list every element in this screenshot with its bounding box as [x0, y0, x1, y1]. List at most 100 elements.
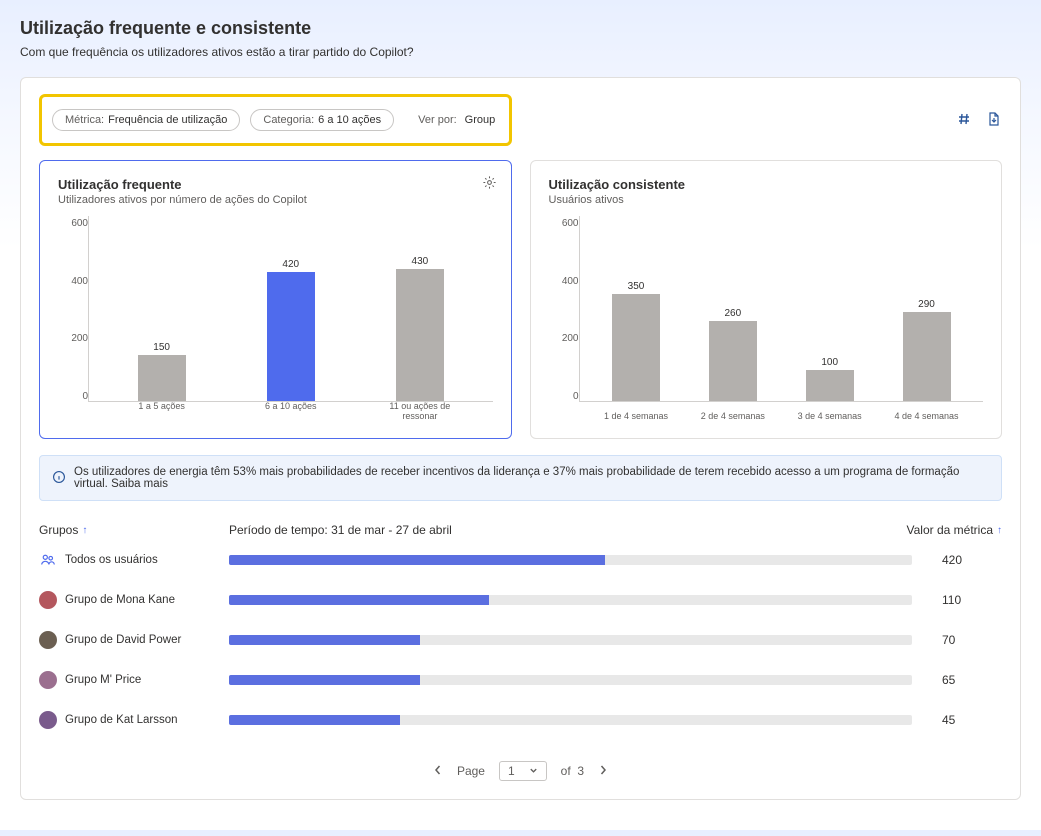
- x-tick-label: 3 de 4 semanas: [787, 411, 872, 421]
- page-subtitle: Com que frequência os utilizadores ativo…: [20, 45, 1021, 59]
- col-metric-label: Valor da métrica: [907, 523, 993, 537]
- plot-left: 150420430 1 a 5 ações6 a 10 ações11 ou a…: [88, 216, 493, 402]
- x-tick-label: 1 a 5 ações: [119, 401, 204, 421]
- page-select[interactable]: 1: [499, 761, 547, 781]
- metric-bar-track: [229, 555, 912, 565]
- bar[interactable]: 100: [787, 357, 872, 401]
- table-row[interactable]: Grupo de Kat Larsson45: [39, 697, 1002, 737]
- metric-value: 110: [942, 593, 1002, 607]
- bar-value-label: 350: [628, 281, 645, 292]
- ytick: 200: [71, 333, 88, 344]
- bar-value-label: 290: [918, 299, 935, 310]
- page-of-label: of: [561, 764, 571, 778]
- col-header-period: Período de tempo: 31 de mar - 27 de abri…: [229, 523, 872, 537]
- plot-right: 350260100290 1 de 4 semanas2 de 4 semana…: [579, 216, 984, 402]
- insight-learn-more-link[interactable]: Saiba mais: [111, 478, 168, 490]
- col-header-groups[interactable]: Grupos ↑: [39, 523, 229, 537]
- y-axis-left: 600 400 200 0: [58, 216, 88, 426]
- ytick: 200: [562, 333, 579, 344]
- group-name: Grupo M' Price: [65, 674, 141, 686]
- metric-filter-pill[interactable]: Métrica: Frequência de utilização: [52, 109, 240, 131]
- sort-arrow-up-icon: ↑: [82, 525, 87, 536]
- category-filter-value: 6 a 10 ações: [318, 114, 381, 126]
- people-icon: [39, 551, 57, 569]
- metric-bar-track: [229, 635, 912, 645]
- prev-page-button[interactable]: [433, 764, 443, 778]
- table-header: Grupos ↑ Período de tempo: 31 de mar - 2…: [39, 523, 1002, 537]
- avatar: [39, 711, 57, 729]
- bar-value-label: 430: [412, 256, 429, 267]
- bar[interactable]: 350: [593, 281, 678, 401]
- insight-banner: Os utilizadores de energia têm 53% mais …: [39, 455, 1002, 501]
- viewby-control[interactable]: Ver por: Group: [404, 114, 495, 126]
- viewby-value: Group: [465, 114, 496, 126]
- bar[interactable]: 430: [377, 256, 462, 401]
- page-total: 3: [577, 764, 584, 778]
- pager: Page 1 of 3: [39, 761, 1002, 781]
- metric-value: 65: [942, 673, 1002, 687]
- metric-filter-label: Métrica:: [65, 114, 104, 126]
- chart-frequent-usage[interactable]: Utilização frequente Utilizadores ativos…: [39, 160, 512, 439]
- gear-icon[interactable]: [482, 175, 497, 193]
- x-tick-label: 1 de 4 semanas: [593, 411, 678, 421]
- group-name: Grupo de David Power: [65, 634, 181, 646]
- ytick: 600: [71, 218, 88, 229]
- chart-left-title: Utilização frequente: [58, 177, 493, 192]
- info-icon: [52, 470, 66, 487]
- chevron-down-icon: [529, 764, 538, 778]
- x-tick-label: 4 de 4 semanas: [884, 411, 969, 421]
- ytick: 400: [562, 276, 579, 287]
- page-current: 1: [508, 764, 515, 778]
- main-card: Métrica: Frequência de utilização Catego…: [20, 77, 1021, 800]
- header-action-icons: [956, 111, 1002, 130]
- next-page-button[interactable]: [598, 764, 608, 778]
- col-header-metric[interactable]: Valor da métrica ↑: [872, 523, 1002, 537]
- avatar: [39, 671, 57, 689]
- chart-right-subtitle: Usuários ativos: [549, 194, 984, 206]
- x-tick-label: 11 ou ações de ressonar: [377, 401, 462, 421]
- table-row[interactable]: Grupo de David Power 70: [39, 617, 1002, 657]
- hash-icon[interactable]: [956, 111, 972, 130]
- category-filter-pill[interactable]: Categoria: 6 a 10 ações: [250, 109, 394, 131]
- page-title: Utilização frequente e consistente: [20, 18, 1021, 39]
- sort-arrow-up-icon: ↑: [997, 525, 1002, 536]
- metric-bar-fill: [229, 635, 420, 645]
- chart-right-title: Utilização consistente: [549, 177, 984, 192]
- filters-row: Métrica: Frequência de utilização Catego…: [39, 94, 1002, 146]
- bar-value-label: 260: [724, 308, 741, 319]
- bar-value-label: 100: [821, 357, 838, 368]
- metric-value: 70: [942, 633, 1002, 647]
- group-name: Todos os usuários: [65, 554, 158, 566]
- bar[interactable]: 150: [119, 342, 204, 401]
- bar[interactable]: 420: [248, 259, 333, 401]
- metric-filter-value: Frequência de utilização: [108, 114, 227, 126]
- metric-bar-fill: [229, 555, 605, 565]
- bar[interactable]: 290: [884, 299, 969, 401]
- avatar: [39, 591, 57, 609]
- metric-bar-fill: [229, 715, 400, 725]
- x-tick-label: 6 a 10 ações: [248, 401, 333, 421]
- metric-bar-fill: [229, 595, 489, 605]
- chart-consistent-usage[interactable]: Utilização consistente Usuários ativos 6…: [530, 160, 1003, 439]
- category-filter-label: Categoria:: [263, 114, 314, 126]
- metric-bar-track: [229, 595, 912, 605]
- col-groups-label: Grupos: [39, 523, 78, 537]
- table-row[interactable]: Grupo de Mona Kane110: [39, 577, 1002, 617]
- bar[interactable]: 260: [690, 308, 775, 401]
- filters-highlight-box: Métrica: Frequência de utilização Catego…: [39, 94, 512, 146]
- table-body: Todos os usuários 420 Grupo de Mona Kane11…: [39, 537, 1002, 737]
- table-row[interactable]: Todos os usuários 420: [39, 537, 1002, 577]
- table-row[interactable]: Grupo M' Price 65: [39, 657, 1002, 697]
- viewby-label: Ver por:: [418, 114, 457, 126]
- barchart-left: 600 400 200 0 150 420 430 1 a 5 ações 6 a 1…: [58, 216, 493, 426]
- chart-left-subtitle: Utilizadores ativos por número de ações …: [58, 194, 493, 206]
- bar-value-label: 420: [282, 259, 299, 270]
- export-icon[interactable]: [986, 111, 1002, 130]
- insight-text: Os utilizadores de energia têm 53% mais …: [74, 466, 959, 490]
- ytick: 600: [562, 218, 579, 229]
- barchart-right: 600 400 200 0 350260100290 1 de 4 semana…: [549, 216, 984, 426]
- group-name: Grupo de Kat Larsson: [65, 714, 178, 726]
- metric-value: 420: [942, 553, 1002, 567]
- page-label: Page: [457, 764, 485, 778]
- x-tick-label: 2 de 4 semanas: [690, 411, 775, 421]
